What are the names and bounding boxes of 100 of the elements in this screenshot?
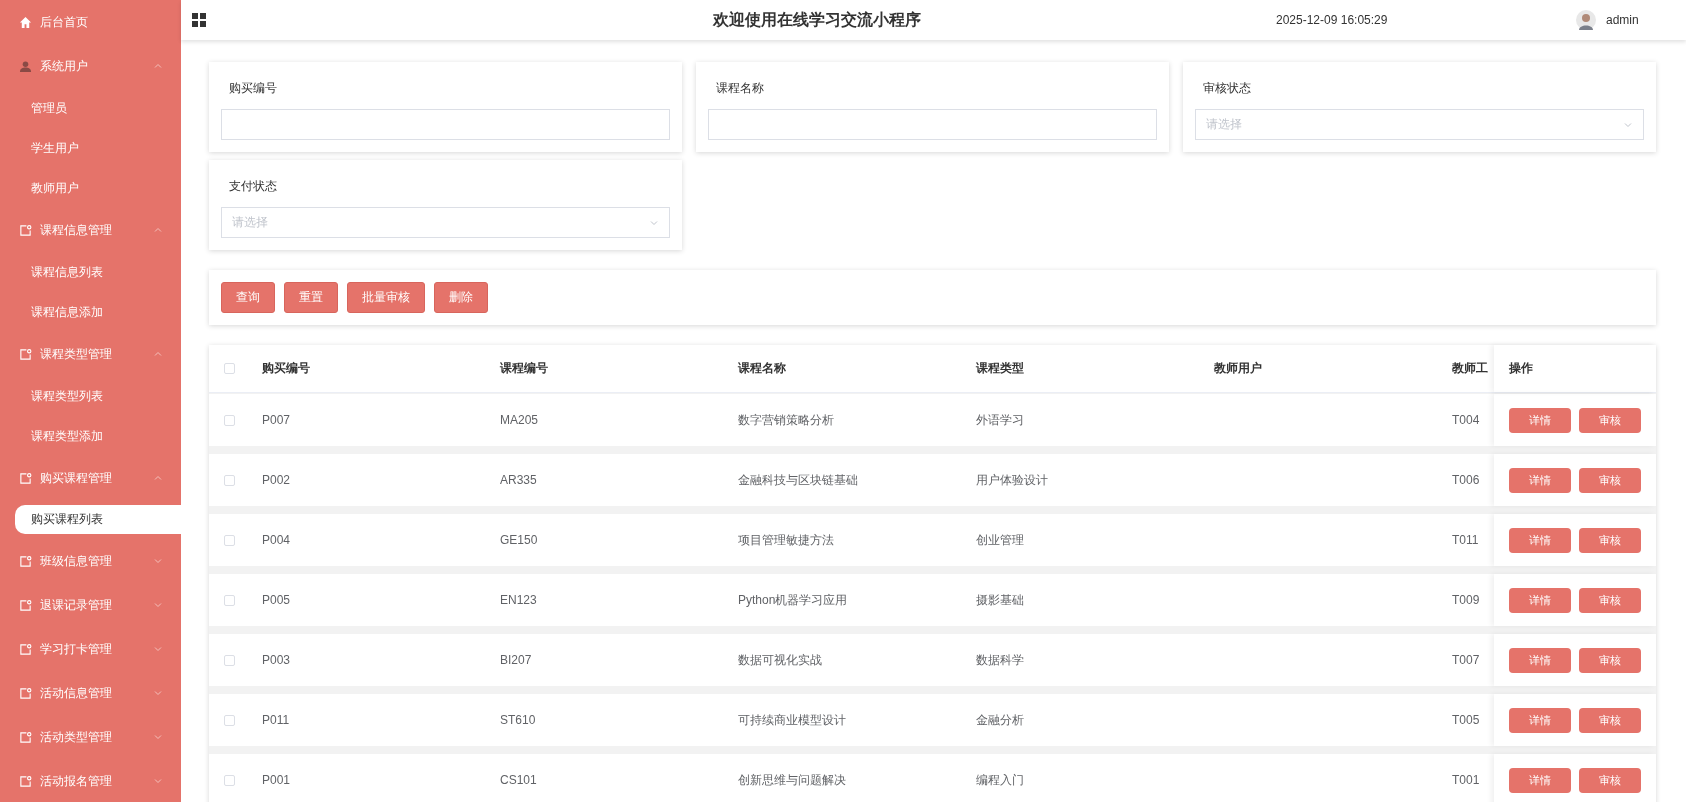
user-name[interactable]: admin <box>1606 13 1676 27</box>
document-icon <box>19 730 32 744</box>
sidebar-item[interactable]: 购买课程列表 <box>15 505 181 534</box>
table-cell-text: 编程入门 <box>975 771 1025 789</box>
chevron-down-icon <box>153 776 163 786</box>
table-cell-text: 项目管理敏捷方法 <box>737 531 835 549</box>
select-field[interactable]: 请选择 <box>1195 109 1644 140</box>
input-field[interactable] <box>708 109 1157 140</box>
table-cell-text: AR335 <box>499 473 538 487</box>
checkbox[interactable] <box>224 774 235 786</box>
page-title: 欢迎使用在线学习交流小程序 <box>711 9 922 30</box>
checkbox[interactable] <box>224 534 235 546</box>
table-cell-text: P003 <box>261 653 292 667</box>
document-icon <box>19 642 32 656</box>
checkbox[interactable] <box>224 654 235 666</box>
row-action-button[interactable]: 审核 <box>1579 467 1641 493</box>
checkbox[interactable] <box>224 414 235 426</box>
table-cell-text: T006 <box>1451 473 1481 487</box>
column-header: 操作 <box>1509 360 1533 377</box>
row-action-button[interactable]: 审核 <box>1579 707 1641 733</box>
user-icon <box>19 59 32 73</box>
input-field[interactable] <box>221 109 670 140</box>
field-label: 审核状态 <box>1203 80 1251 97</box>
chevron-down-icon <box>153 732 163 742</box>
column-header: 教师工 <box>1451 360 1489 377</box>
sidebar-item[interactable]: 课程信息列表 <box>0 252 181 292</box>
sidebar-group[interactable]: 活动信息管理 <box>0 671 181 715</box>
field-label: 支付状态 <box>229 178 277 195</box>
action-button[interactable]: 删除 <box>434 282 488 313</box>
document-icon <box>19 347 32 361</box>
row-action-button[interactable]: 审核 <box>1579 527 1641 553</box>
table-cell-text: EN123 <box>499 593 538 607</box>
table-cell-text: MA205 <box>499 413 540 427</box>
home-icon <box>19 15 32 29</box>
sidebar-group[interactable]: 课程类型管理 <box>0 332 181 376</box>
field-label: 购买编号 <box>229 80 277 97</box>
document-icon <box>19 471 32 485</box>
sidebar-group[interactable]: 班级信息管理 <box>0 539 181 583</box>
sidebar-item[interactable]: 课程信息添加 <box>0 292 181 332</box>
sidebar-item[interactable]: 课程类型列表 <box>0 376 181 416</box>
checkbox[interactable] <box>224 474 235 486</box>
table-cell-text: 可持续商业模型设计 <box>737 711 847 729</box>
document-icon <box>19 686 32 700</box>
chevron-up-icon <box>153 225 163 235</box>
table-cell-text: 金融科技与区块链基础 <box>737 471 859 489</box>
document-icon <box>19 554 32 568</box>
table-cell-text: T007 <box>1451 653 1481 667</box>
row-action-button[interactable]: 审核 <box>1579 407 1641 433</box>
checkbox[interactable] <box>224 363 235 374</box>
sidebar-item[interactable]: 课程类型添加 <box>0 416 181 456</box>
grid-icon[interactable] <box>191 12 207 28</box>
sidebar-item[interactable]: 学生用户 <box>0 128 181 168</box>
column-header: 课程名称 <box>737 360 787 377</box>
row-action-button[interactable]: 详情 <box>1509 407 1571 433</box>
checkbox[interactable] <box>224 714 235 726</box>
row-action-button[interactable]: 详情 <box>1509 767 1571 793</box>
row-action-button[interactable]: 详情 <box>1509 467 1571 493</box>
table-cell-text: Python机器学习应用 <box>737 591 849 609</box>
sidebar-group[interactable]: 学习打卡管理 <box>0 627 181 671</box>
chevron-down-icon <box>153 556 163 566</box>
table-cell-text: P004 <box>261 533 292 547</box>
sidebar-group[interactable]: 课程信息管理 <box>0 208 181 252</box>
column-header: 教师用户 <box>1213 360 1263 377</box>
chevron-down-icon <box>153 600 163 610</box>
sidebar-item[interactable]: 管理员 <box>0 88 181 128</box>
select-field[interactable]: 请选择 <box>221 207 670 238</box>
checkbox[interactable] <box>224 594 235 606</box>
sidebar-group[interactable]: 后台首页 <box>0 0 181 44</box>
action-button[interactable]: 查询 <box>221 282 275 313</box>
row-action-button[interactable]: 详情 <box>1509 587 1571 613</box>
sidebar-group[interactable]: 退课记录管理 <box>0 583 181 627</box>
chevron-down-icon <box>153 644 163 654</box>
table-cell-text: T011 <box>1451 533 1480 547</box>
table-cell-text: 数字营销策略分析 <box>737 411 835 429</box>
table-cell-text: 用户体验设计 <box>975 471 1049 489</box>
sidebar-item[interactable]: 教师用户 <box>0 168 181 208</box>
table-cell-text: T004 <box>1451 413 1481 427</box>
table-cell-text: P002 <box>261 473 292 487</box>
row-action-button[interactable]: 审核 <box>1579 767 1641 793</box>
row-action-button[interactable]: 详情 <box>1509 707 1571 733</box>
sidebar-group[interactable]: 系统用户 <box>0 44 181 88</box>
action-button[interactable]: 批量审核 <box>347 282 425 313</box>
table-cell-text: P001 <box>261 773 292 787</box>
row-action-button[interactable]: 审核 <box>1579 587 1641 613</box>
sidebar-group[interactable]: 活动报名管理 <box>0 759 181 802</box>
row-action-button[interactable]: 详情 <box>1509 527 1571 553</box>
table-cell-text: 摄影基础 <box>975 591 1025 609</box>
action-button[interactable]: 重置 <box>284 282 338 313</box>
avatar-icon[interactable] <box>1576 10 1596 30</box>
sidebar-group[interactable]: 购买课程管理 <box>0 456 181 500</box>
table-cell-text: 数据科学 <box>975 651 1025 669</box>
chevron-up-icon <box>153 61 163 71</box>
table-cell-text: T009 <box>1451 593 1481 607</box>
sidebar-group[interactable]: 活动类型管理 <box>0 715 181 759</box>
table-cell-text: 数据可视化实战 <box>737 651 823 669</box>
row-action-button[interactable]: 审核 <box>1579 647 1641 673</box>
table-cell-text: CS101 <box>499 773 538 787</box>
row-action-button[interactable]: 详情 <box>1509 647 1571 673</box>
table-cell-text: T001 <box>1451 773 1481 787</box>
table-cell-text: P007 <box>261 413 292 427</box>
